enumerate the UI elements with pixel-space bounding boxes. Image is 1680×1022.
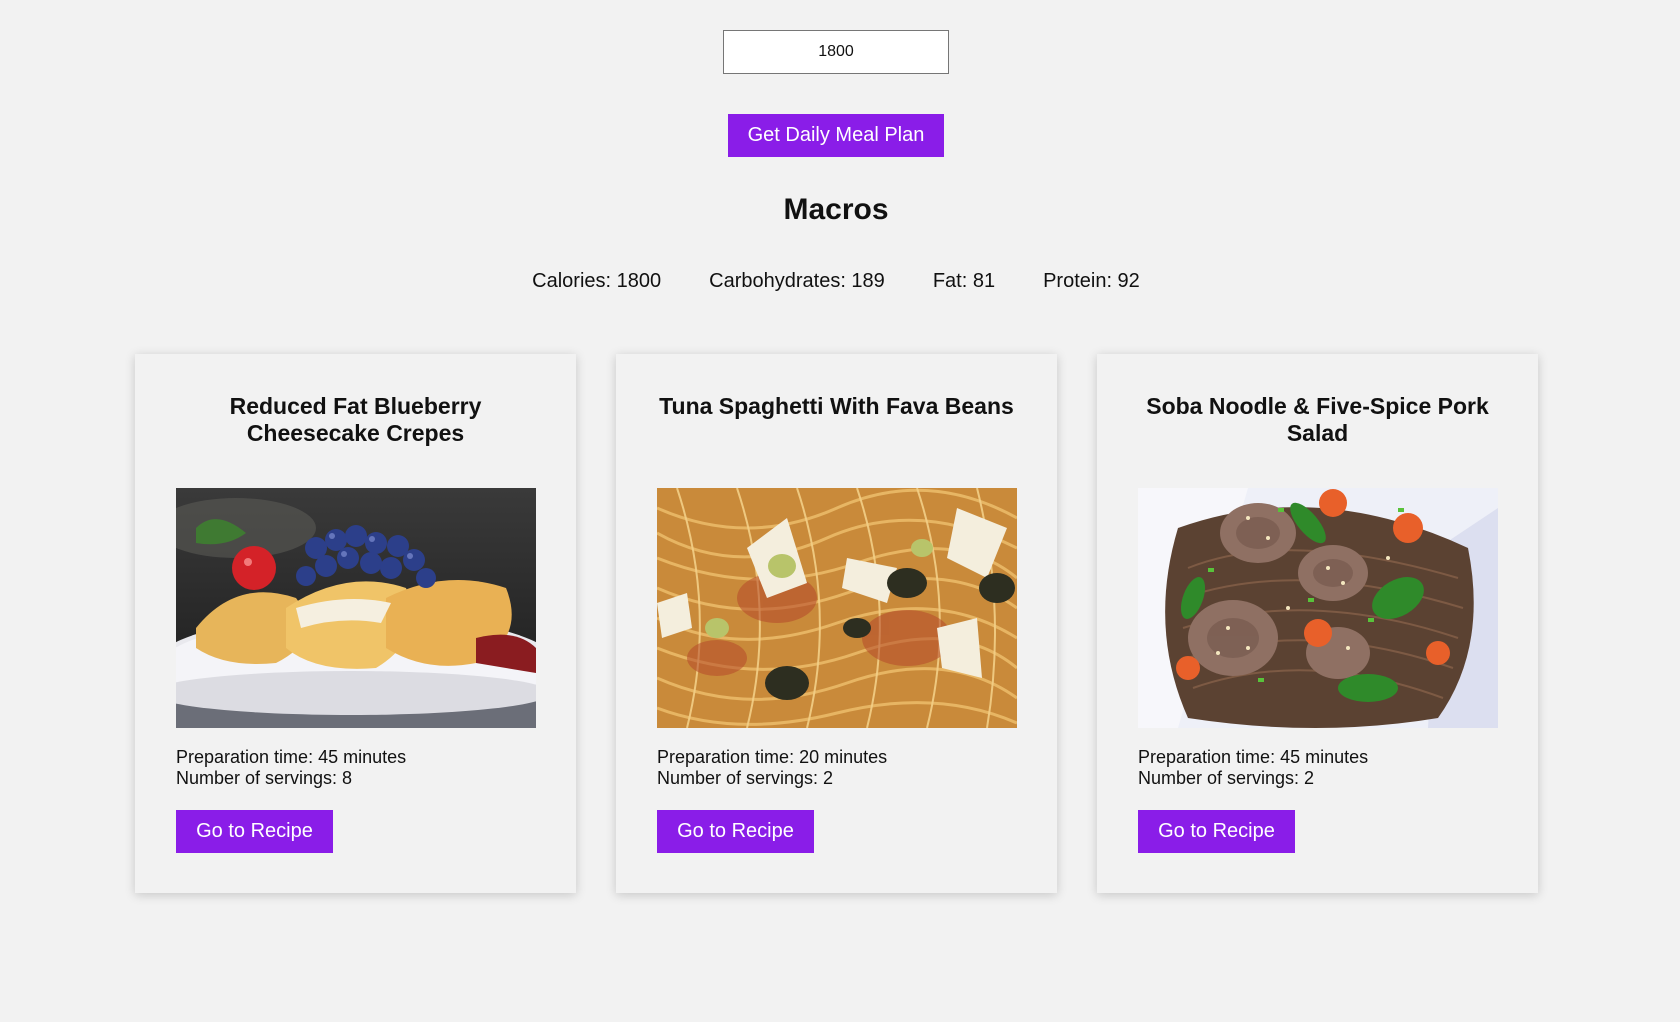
meal-title: Soba Noodle & Five-Spice Pork Salad [1146,393,1489,446]
macro-fat: Fat: 81 [932,270,996,292]
meal-card: Reduced Fat Blueberry Cheesecake Crepes [135,354,576,893]
meal-details: Preparation time: 45 minutes Number of s… [176,747,406,789]
meal-title: Reduced Fat Blueberry Cheesecake Crepes [229,393,482,446]
meal-planner-page: Get Daily Meal Plan Macros Calories: 180… [0,0,1680,1022]
meal-details: Preparation time: 45 minutes Number of s… [1138,747,1368,789]
prep-time: Preparation time: 20 minutes [657,747,888,767]
macro-protein: Protein: 92 [1043,270,1140,292]
get-daily-meal-plan-button[interactable]: Get Daily Meal Plan [728,114,944,157]
servings: Number of servings: 2 [657,768,834,788]
meal-title: Tuna Spaghetti With Fava Beans [659,393,1014,419]
meal-image-spaghetti [657,488,1017,728]
go-to-recipe-button[interactable]: Go to Recipe [657,810,814,853]
meal-cards: Reduced Fat Blueberry Cheesecake Crepes [135,354,1538,893]
meal-image-soba-salad [1138,488,1498,728]
macro-carbohydrates: Carbohydrates: 189 [709,270,885,292]
meal-card: Tuna Spaghetti With Fava Beans Preparati… [616,354,1057,893]
macros-heading: Macros [783,193,889,226]
servings: Number of servings: 2 [1138,768,1315,788]
go-to-recipe-button[interactable]: Go to Recipe [176,810,333,853]
servings: Number of servings: 8 [176,768,353,788]
meal-image-crepes [176,488,536,728]
macros-summary: Calories: 1800 Carbohydrates: 189 Fat: 8… [0,270,1672,293]
prep-time: Preparation time: 45 minutes [176,747,407,767]
calorie-input[interactable] [723,30,949,74]
meal-card: Soba Noodle & Five-Spice Pork Salad Prep… [1097,354,1538,893]
prep-time: Preparation time: 45 minutes [1138,747,1369,767]
go-to-recipe-button[interactable]: Go to Recipe [1138,810,1295,853]
meal-details: Preparation time: 20 minutes Number of s… [657,747,887,789]
macro-calories: Calories: 1800 [532,270,662,292]
